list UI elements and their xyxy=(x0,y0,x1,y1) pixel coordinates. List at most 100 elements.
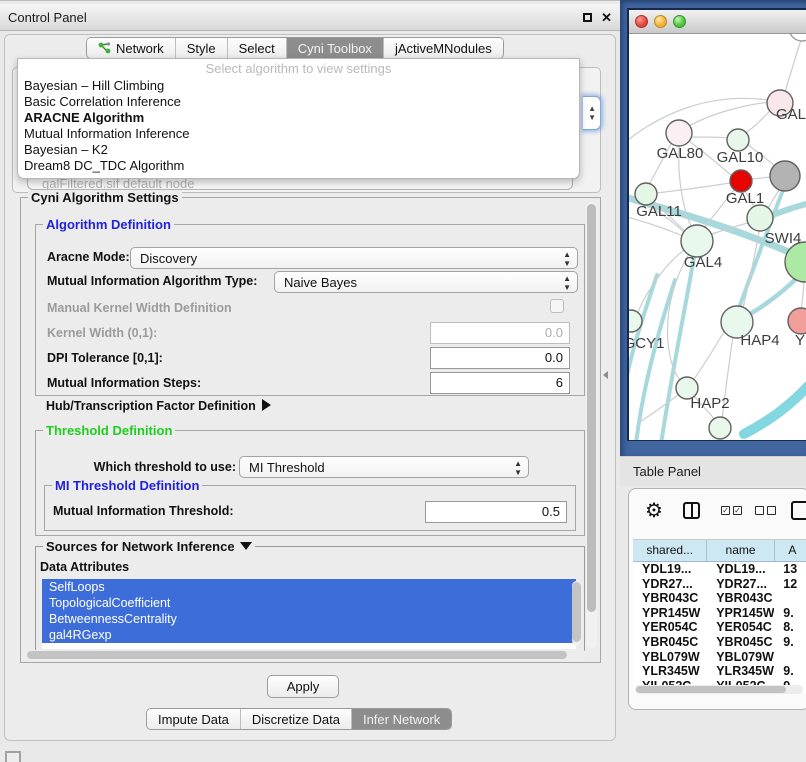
table-row[interactable]: YBR045CYBR045C9. xyxy=(633,635,806,650)
tab-impute-data[interactable]: Impute Data xyxy=(147,709,241,729)
which-threshold-combobox[interactable]: MI Threshold ▲▼ xyxy=(239,456,529,478)
table-panel-card: ⚙ ✓✓ shared...nameA YDL19...YDL19...13YD… xyxy=(628,488,806,710)
node-gal10[interactable] xyxy=(727,129,749,151)
network-edge[interactable] xyxy=(691,137,728,138)
node-bottom-green[interactable] xyxy=(709,417,731,439)
tab-cyni-toolbox[interactable]: Cyni Toolbox xyxy=(287,38,384,58)
network-edge[interactable] xyxy=(801,282,804,310)
tab-jactivemnodules[interactable]: jActiveMNodules xyxy=(384,38,503,58)
close-traffic-light-icon[interactable] xyxy=(635,15,648,28)
column-header[interactable]: name xyxy=(707,540,774,561)
network-edge[interactable] xyxy=(656,183,730,193)
tab-label: Select xyxy=(239,41,275,56)
algorithm-option[interactable]: Bayesian – K2 xyxy=(18,141,579,157)
node-gray[interactable] xyxy=(770,161,800,191)
gear-icon[interactable]: ⚙ xyxy=(645,500,663,522)
table-row[interactable]: YBR043CYBR043C xyxy=(633,591,806,606)
sources-group: Sources for Network Inference Data Attri… xyxy=(35,546,585,654)
network-edge[interactable] xyxy=(637,248,687,314)
close-icon[interactable]: ✕ xyxy=(601,11,612,24)
combobox-spinner-icon: ▲▼ xyxy=(563,250,571,268)
table-row[interactable]: YDR27...YDR27...12 xyxy=(633,577,806,592)
attribute-list-item[interactable]: SelfLoops xyxy=(42,579,576,595)
attribute-list-item[interactable]: BetweennessCentrality xyxy=(42,611,576,627)
tab-style[interactable]: Style xyxy=(176,38,228,58)
manual-kernel-checkbox[interactable] xyxy=(550,299,564,313)
node-gal11[interactable] xyxy=(635,183,657,205)
sources-group-title[interactable]: Sources for Network Inference xyxy=(43,539,255,554)
data-attributes-list[interactable]: SelfLoopsTopologicalCoefficientBetweenne… xyxy=(42,579,576,649)
cyni-bottom-tabs: Impute DataDiscretize DataInfer Network xyxy=(146,708,452,730)
node-gal80[interactable] xyxy=(666,120,692,146)
kernel-width-field[interactable]: 0.0 xyxy=(430,322,570,344)
network-edge[interactable] xyxy=(660,257,694,440)
attribute-list-item[interactable]: TopologicalCoefficient xyxy=(42,595,576,611)
table-row[interactable]: YER054CYER054C8. xyxy=(633,620,806,635)
aracne-mode-combobox[interactable]: Discovery ▲▼ xyxy=(130,247,578,269)
network-edge[interactable] xyxy=(744,382,806,434)
table-row[interactable]: YPR145WYPR145W9. xyxy=(633,606,806,621)
minimize-traffic-light-icon[interactable] xyxy=(654,15,667,28)
algorithm-option[interactable]: Bayesian – Hill Climbing xyxy=(18,77,579,93)
deselect-all-icon[interactable] xyxy=(755,506,776,515)
network-edge[interactable] xyxy=(746,278,797,316)
algorithm-option[interactable]: Mutual Information Inference xyxy=(18,125,579,141)
node-table[interactable]: shared...nameA YDL19...YDL19...13YDR27..… xyxy=(633,539,806,693)
algorithm-option[interactable]: Basic Correlation Inference xyxy=(18,93,579,109)
mi-steps-field[interactable]: 6 xyxy=(430,372,570,394)
network-edge[interactable] xyxy=(667,254,689,382)
expand-right-icon xyxy=(262,399,271,411)
tab-discretize-data[interactable]: Discretize Data xyxy=(241,709,352,729)
apply-button[interactable]: Apply xyxy=(267,675,339,698)
node-label: GAL80 xyxy=(657,145,704,162)
hub-definition-label: Hub/Transcription Factor Definition xyxy=(46,399,256,413)
aracne-mode-value: Discovery xyxy=(140,251,197,266)
tab-network[interactable]: Network xyxy=(87,38,176,58)
dpi-tolerance-field[interactable]: 0.0 xyxy=(430,347,570,369)
attribute-list-item[interactable]: gal4RGexp xyxy=(42,627,576,643)
network-edge[interactable] xyxy=(743,232,759,308)
algorithm-combobox-fragment[interactable]: ▲▼ xyxy=(583,96,601,130)
table-cell xyxy=(774,591,806,606)
node-gal4[interactable] xyxy=(681,225,713,257)
float-window-icon[interactable] xyxy=(583,13,592,22)
network-view-window[interactable]: GALGAL80GAL10GAL1GAL11SWI4GAL4GCY1HAP4YH… xyxy=(627,8,806,441)
settings-horizontal-scrollbar[interactable] xyxy=(25,650,587,660)
attributes-scrollbar[interactable] xyxy=(572,581,581,645)
table-cell: YDL19... xyxy=(633,562,707,577)
zoom-traffic-light-icon[interactable] xyxy=(673,15,686,28)
network-canvas[interactable]: GALGAL80GAL10GAL1GAL11SWI4GAL4GCY1HAP4YH… xyxy=(629,34,806,440)
table-row[interactable]: YLR345WYLR345W9. xyxy=(633,664,806,679)
table-cell: YDR27... xyxy=(707,577,774,592)
tab-infer-network[interactable]: Infer Network xyxy=(352,709,451,729)
table-cell: YPR145W xyxy=(633,606,707,621)
network-edge[interactable] xyxy=(785,40,801,92)
network-edge[interactable] xyxy=(744,109,772,134)
mini-float-icon[interactable] xyxy=(5,751,21,762)
algorithm-option[interactable]: Dream8 DC_TDC Algorithm xyxy=(18,157,579,173)
mi-type-combobox[interactable]: Naive Bayes ▲▼ xyxy=(274,271,578,293)
node-salmon[interactable] xyxy=(788,308,806,334)
panel-divider-arrow-icon[interactable] xyxy=(603,371,608,379)
mi-threshold-field[interactable]: 0.5 xyxy=(425,501,567,523)
algorithm-option[interactable]: ARACNE Algorithm xyxy=(18,109,579,125)
sources-title-text: Sources for Network Inference xyxy=(46,539,235,554)
select-all-icon[interactable]: ✓✓ xyxy=(721,506,742,515)
columns-icon[interactable] xyxy=(683,502,700,519)
table-row[interactable]: YBL079WYBL079W xyxy=(633,650,806,665)
column-header[interactable]: shared... xyxy=(633,540,707,561)
hub-definition-toggle[interactable]: Hub/Transcription Factor Definition xyxy=(46,399,271,413)
node-gal1[interactable] xyxy=(747,205,773,231)
column-header[interactable]: A xyxy=(775,540,806,561)
desktop-area: GALGAL80GAL10GAL1GAL11SWI4GAL4GCY1HAP4YH… xyxy=(620,0,806,762)
settings-vertical-scrollbar[interactable] xyxy=(586,202,597,648)
network-edge[interactable] xyxy=(692,330,725,382)
new-table-icon[interactable] xyxy=(791,501,806,520)
table-horizontal-scrollbar[interactable] xyxy=(635,685,803,694)
table-row[interactable]: YDL19...YDL19...13 xyxy=(633,562,806,577)
node-red[interactable] xyxy=(730,170,752,192)
partial-top-node[interactable] xyxy=(789,34,806,41)
table-cell: 9. xyxy=(774,664,806,679)
tab-select[interactable]: Select xyxy=(228,38,287,58)
table-cell: 9. xyxy=(774,606,806,621)
